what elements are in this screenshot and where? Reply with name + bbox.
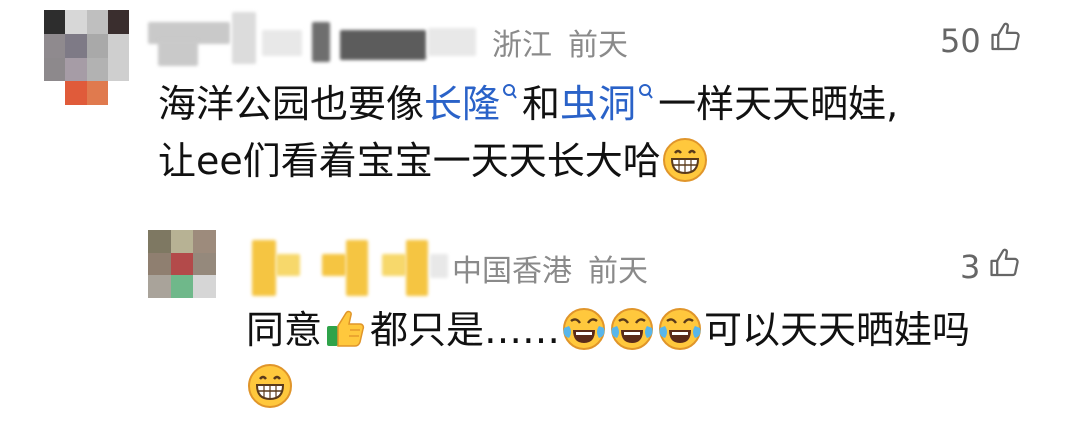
comment-line-1: 海洋公园也要像长隆 和虫洞 一样天天晒娃,: [158, 76, 1038, 133]
avatar-pixel: [86, 57, 108, 82]
location-label: 浙江: [492, 28, 552, 63]
username-pixel: [232, 12, 256, 64]
tears-of-joy-emoji-icon: [609, 306, 655, 352]
username-pixel: [346, 240, 368, 296]
comment-text-segment: 和: [522, 82, 561, 126]
tears-of-joy-emoji-icon: [561, 306, 607, 352]
grinning-face-emoji-icon: [662, 137, 708, 183]
comment-text-main: 海洋公园也要像长隆 和虫洞 一样天天晒娃, 让ee们看着宝宝一天天长大哈: [158, 76, 1038, 190]
like-button[interactable]: 50: [940, 20, 1023, 62]
like-button[interactable]: 3: [960, 246, 1022, 288]
comment-meta: 浙江 前天: [492, 20, 644, 64]
like-count: 3: [960, 248, 981, 286]
comment-text-segment: 同意: [246, 308, 323, 352]
search-icon[interactable]: [502, 83, 518, 105]
avatar-pixel: [148, 275, 171, 298]
comment-text-reply: 同意 都只是…… 可以天天晒娃吗: [246, 302, 1046, 416]
search-icon[interactable]: [638, 83, 654, 105]
time-label: 前天: [588, 254, 648, 289]
avatar-pixel: [193, 230, 216, 253]
tears-of-joy-emoji-icon: [657, 306, 703, 352]
avatar-pixel: [193, 252, 216, 276]
thumbs-up-outline-icon: [988, 246, 1022, 288]
avatar-pixel: [170, 230, 194, 253]
username-pixel: [322, 254, 346, 276]
avatar-pixel: [148, 252, 171, 276]
comment-line-2: [246, 359, 1046, 416]
avatar-pixel: [107, 57, 129, 82]
avatar-pixel: [86, 10, 108, 34]
avatar-pixel: [65, 33, 87, 58]
thumbs-up-outline-icon: [989, 20, 1023, 62]
avatar-pixel: [170, 275, 194, 298]
username-pixel: [430, 254, 448, 278]
comment-text-segment: 都只是……: [370, 308, 561, 352]
comment-line-2: 让ee们看着宝宝一天天长大哈: [158, 133, 1038, 190]
avatar-pixel: [86, 33, 108, 58]
comment-text-segment: 可以天天晒娃吗: [704, 308, 971, 352]
thumbs-up-emoji-icon: [323, 306, 369, 352]
grinning-face-emoji-icon: [247, 363, 293, 409]
comment-text-segment: 一样天天晒娃,: [658, 82, 899, 126]
avatar-pixel: [65, 57, 87, 82]
avatar-pixel: [44, 10, 66, 34]
avatar-pixel: [148, 230, 171, 253]
comment-text-segment: 海洋公园也要像: [158, 82, 425, 126]
topic-link-changlong[interactable]: 长隆: [424, 82, 500, 126]
avatar-pixel: [65, 81, 87, 105]
avatar-reply-commenter[interactable]: [148, 230, 216, 298]
reply-meta: 中国香港 前天: [452, 246, 664, 290]
avatar-pixel: [65, 10, 87, 34]
avatar-pixel: [44, 57, 66, 82]
username-pixel: [276, 254, 300, 276]
avatar-pixel: [107, 10, 129, 34]
avatar-pixel: [44, 33, 66, 58]
username-pixel: [406, 240, 428, 296]
like-count: 50: [940, 22, 981, 60]
topic-link-chongdong[interactable]: 虫洞: [560, 82, 636, 126]
avatar-main-commenter[interactable]: [44, 10, 129, 105]
avatar-pixel: [170, 252, 194, 276]
avatar-pixel: [193, 275, 216, 298]
username-pixel: [158, 40, 198, 66]
location-label: 中国香港: [452, 254, 572, 289]
avatar-pixel: [44, 81, 66, 105]
username-pixel: [382, 254, 406, 276]
avatar-pixel: [107, 81, 129, 105]
username-pixel: [428, 28, 476, 56]
time-label: 前天: [568, 28, 628, 63]
username-pixel: [262, 30, 302, 56]
avatar-pixel: [86, 81, 108, 105]
username-pixel: [312, 22, 330, 62]
username-pixel: [252, 240, 276, 296]
avatar-pixel: [107, 33, 129, 58]
comment-line-1: 同意 都只是…… 可以天天晒娃吗: [246, 302, 1046, 359]
username-pixel: [340, 30, 426, 60]
comment-text-segment: 让ee们看着宝宝一天天长大哈: [158, 139, 661, 183]
